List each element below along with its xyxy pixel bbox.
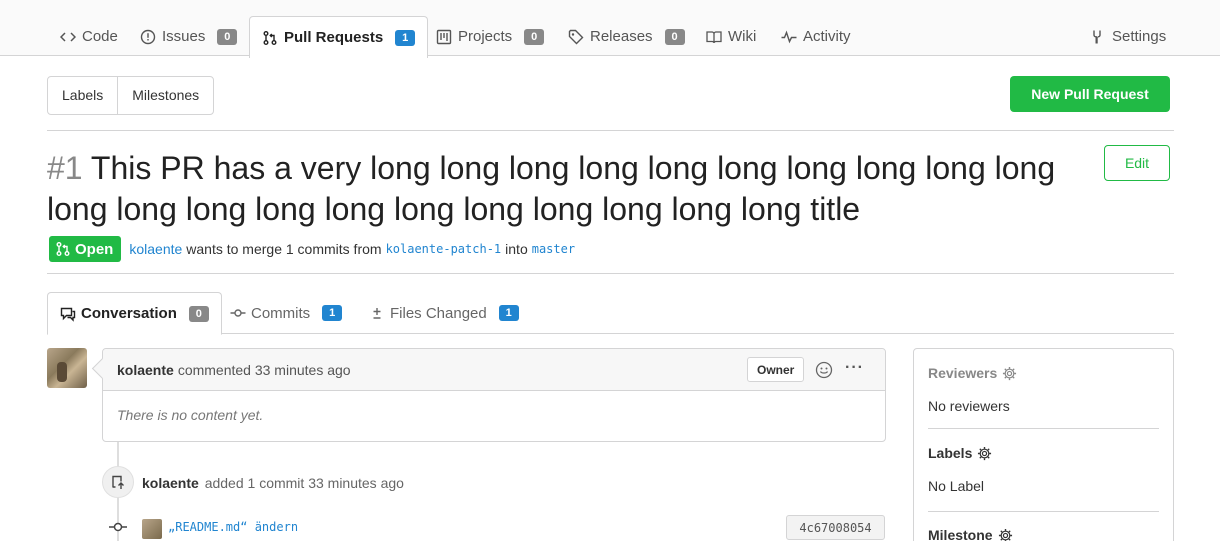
new-pull-request-button[interactable]: New Pull Request xyxy=(1010,76,1170,112)
milestone-heading[interactable]: Milestone xyxy=(928,527,1013,541)
reviewers-value: No reviewers xyxy=(928,398,1010,414)
tab-pull-requests[interactable]: Pull Requests 1 xyxy=(249,16,429,58)
labels-value: No Label xyxy=(928,478,985,494)
timeline-event: kolaente added 1 commit 33 minutes ago xyxy=(142,475,404,491)
pull-request-icon xyxy=(262,30,278,46)
tab-activity[interactable]: Activity xyxy=(769,16,863,57)
commit-message-link[interactable]: „README.md“ ändern xyxy=(168,520,298,534)
tab-projects[interactable]: Projects 0 xyxy=(424,16,556,57)
tab-settings[interactable]: Settings xyxy=(1078,16,1178,57)
reviewers-section: Reviewers No reviewers xyxy=(928,365,1017,414)
repo-tab-bar: Code Issues 0 Pull Requests 1 Projects 0… xyxy=(0,0,1220,58)
milestone-section: Milestone xyxy=(928,527,1013,541)
milestone-title: Milestone xyxy=(928,527,993,541)
reviewers-title: Reviewers xyxy=(928,365,998,381)
tab-releases-label: Releases xyxy=(590,28,653,45)
comment-box: kolaente commented 33 minutes ago Owner … xyxy=(102,348,886,442)
tab-conversation[interactable]: Conversation 0 xyxy=(47,292,222,335)
pr-meta: Open kolaente wants to merge 1 commits f… xyxy=(49,236,575,262)
labels-title: Labels xyxy=(928,445,973,461)
tab-code[interactable]: Code xyxy=(48,16,130,57)
labels-milestones-group: Labels Milestones xyxy=(47,76,215,115)
commits-count-badge: 1 xyxy=(322,305,343,321)
pr-sidebar: Reviewers No reviewers Labels No Label M… xyxy=(913,348,1174,541)
book-icon xyxy=(706,29,722,45)
tab-files-changed-label: Files Changed xyxy=(390,304,487,322)
event-description: added 1 commit 33 minutes ago xyxy=(204,475,404,491)
milestones-button[interactable]: Milestones xyxy=(117,77,213,114)
owner-badge: Owner xyxy=(747,357,805,382)
commit-author-avatar[interactable] xyxy=(142,519,162,539)
tag-icon xyxy=(568,29,584,45)
commit-icon xyxy=(109,522,127,532)
status-label: Open xyxy=(75,240,114,258)
tab-projects-label: Projects xyxy=(458,28,513,45)
merge-text: wants to merge 1 commits from xyxy=(186,241,382,257)
tab-issues-label: Issues xyxy=(162,28,206,45)
divider xyxy=(928,511,1159,512)
labels-section: Labels No Label xyxy=(928,445,992,494)
comment-body: There is no content yet. xyxy=(117,407,264,423)
files-changed-count-badge: 1 xyxy=(498,305,519,321)
avatar[interactable] xyxy=(47,348,87,388)
divider xyxy=(47,273,1174,274)
tab-pull-requests-label: Pull Requests xyxy=(284,29,384,46)
commit-icon xyxy=(230,305,246,321)
tab-conversation-label: Conversation xyxy=(81,305,177,322)
conversation-count-badge: 0 xyxy=(188,305,209,322)
status-badge: Open xyxy=(49,236,122,262)
head-branch-link[interactable]: kolaente-patch-1 xyxy=(386,242,502,256)
tab-releases[interactable]: Releases 0 xyxy=(556,16,697,57)
issues-count-badge: 0 xyxy=(217,28,238,45)
commit-sha-button[interactable]: 4c67008054 xyxy=(786,515,885,540)
gear-icon[interactable] xyxy=(977,446,992,461)
projects-count-badge: 0 xyxy=(524,28,545,45)
divider xyxy=(928,428,1159,429)
tab-files-changed[interactable]: Files Changed 1 xyxy=(357,292,531,334)
pr-author-link[interactable]: kolaente xyxy=(129,241,182,257)
tab-code-label: Code xyxy=(82,28,118,45)
smiley-icon[interactable] xyxy=(815,361,833,379)
merge-into-text: into xyxy=(505,241,528,257)
tab-wiki[interactable]: Wiki xyxy=(694,16,768,57)
labels-button[interactable]: Labels xyxy=(48,77,117,114)
event-author[interactable]: kolaente xyxy=(142,475,199,491)
tab-issues[interactable]: Issues 0 xyxy=(128,16,249,57)
pull-request-icon xyxy=(56,242,70,256)
tab-wiki-label: Wiki xyxy=(728,28,757,45)
tab-activity-label: Activity xyxy=(803,28,851,45)
comment-icon xyxy=(60,306,76,322)
base-branch-link[interactable]: master xyxy=(532,242,575,256)
labels-heading[interactable]: Labels xyxy=(928,445,992,461)
pull-requests-count-badge: 1 xyxy=(395,29,416,46)
tab-commits-label: Commits xyxy=(251,304,311,322)
diff-icon xyxy=(369,305,385,321)
tab-settings-label: Settings xyxy=(1112,28,1167,45)
divider xyxy=(47,130,1174,131)
comment-header: kolaente commented 33 minutes ago Owner … xyxy=(103,349,885,391)
project-icon xyxy=(436,29,452,45)
push-event-icon xyxy=(102,466,134,498)
issue-icon xyxy=(140,29,156,45)
edit-title-button[interactable]: Edit xyxy=(1104,145,1170,181)
reviewers-heading[interactable]: Reviewers xyxy=(928,365,1017,381)
code-icon xyxy=(60,29,76,45)
pr-tab-bar: Conversation 0 Commits 1 Files Changed 1 xyxy=(47,292,1174,335)
more-options-icon[interactable]: ··· xyxy=(845,359,864,377)
comment-timestamp: commented 33 minutes ago xyxy=(177,361,351,378)
gear-icon[interactable] xyxy=(1002,366,1017,381)
comment-author[interactable]: kolaente xyxy=(117,362,174,378)
tab-commits[interactable]: Commits 1 xyxy=(218,292,354,334)
pulse-icon xyxy=(781,29,797,45)
page-title: #1 This PR has a very long long long lon… xyxy=(47,148,1087,230)
pr-title-text: This PR has a very long long long long l… xyxy=(47,150,1056,227)
gear-icon[interactable] xyxy=(998,528,1013,541)
tools-icon xyxy=(1090,29,1106,45)
releases-count-badge: 0 xyxy=(664,28,685,45)
pr-number: #1 xyxy=(47,150,83,186)
